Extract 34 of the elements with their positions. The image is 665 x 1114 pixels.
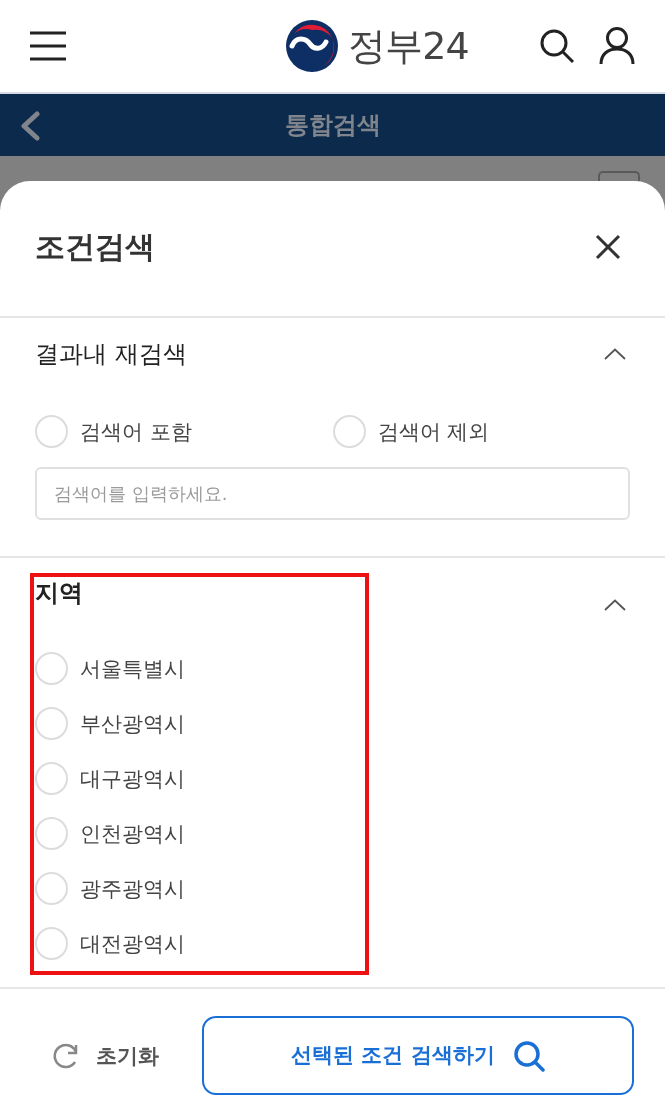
radio-label[interactable]: 인천광역시 — [80, 818, 185, 849]
sheet-title: 조건검색 — [35, 227, 155, 266]
back-icon[interactable] — [19, 111, 41, 141]
radio-label[interactable]: 검색어 포함 — [80, 416, 192, 447]
radio-button[interactable] — [35, 817, 68, 850]
radio-label[interactable]: 광주광역시 — [80, 873, 185, 904]
collapse-chevron-icon[interactable] — [604, 348, 626, 360]
radio-button[interactable] — [35, 872, 68, 905]
radio-label[interactable]: 대전광역시 — [80, 928, 185, 959]
logo-emblem-icon — [286, 20, 339, 72]
section-title: 지역 — [35, 578, 83, 609]
search-icon[interactable] — [539, 28, 575, 64]
user-icon[interactable] — [599, 27, 635, 65]
section-title: 결과내 재검색 — [35, 339, 187, 370]
radio-button[interactable] — [35, 927, 68, 960]
close-icon[interactable] — [595, 233, 621, 260]
menu-icon[interactable] — [30, 30, 66, 62]
radio-button[interactable] — [332, 415, 366, 448]
search-submit-button[interactable]: 선택된 조건 검색하기 — [202, 1016, 634, 1095]
reset-button[interactable]: 초기화 — [52, 1041, 159, 1071]
radio-label[interactable]: 부산광역시 — [80, 708, 185, 739]
radio-label[interactable]: 대구광역시 — [80, 763, 185, 794]
page-title: 통합검색 — [284, 110, 381, 141]
collapse-chevron-icon[interactable] — [604, 599, 626, 611]
radio-button[interactable] — [35, 707, 68, 740]
radio-label[interactable]: 서울특별시 — [80, 653, 185, 684]
radio-button[interactable] — [35, 415, 68, 448]
refresh-icon — [52, 1042, 80, 1070]
radio-label[interactable]: 검색어 제외 — [377, 416, 490, 447]
search-input-field[interactable]: 검색어를 입력하세요. — [35, 467, 630, 520]
logo-text: 정부24 — [348, 24, 469, 68]
radio-button[interactable] — [35, 762, 68, 795]
radio-button[interactable] — [35, 652, 68, 685]
search-icon — [512, 1039, 545, 1072]
